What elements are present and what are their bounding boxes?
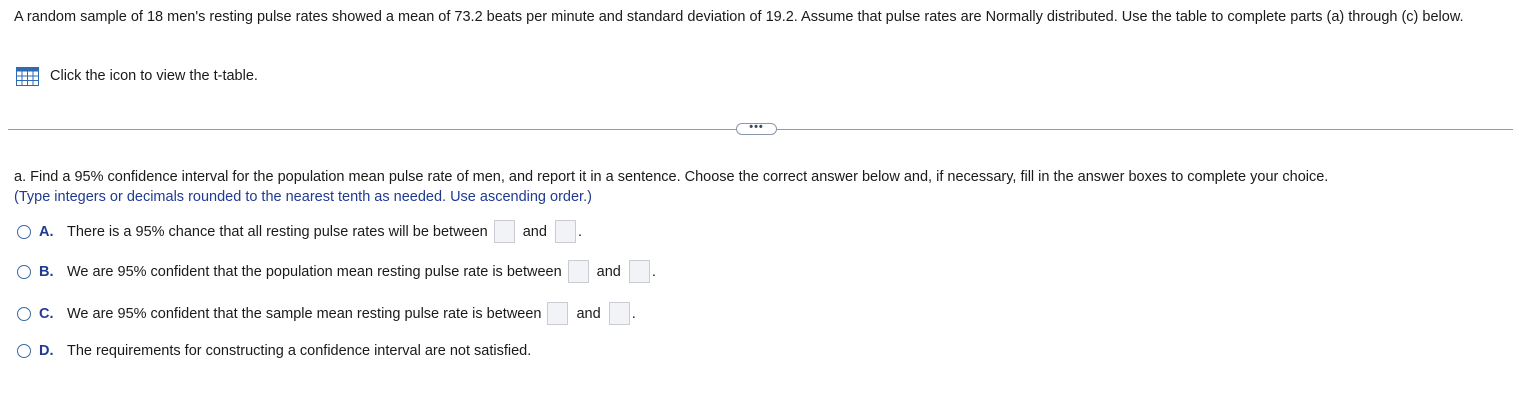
option-letter: A. <box>39 223 54 240</box>
more-dots-button[interactable]: ••• <box>736 121 777 135</box>
radio-button-d[interactable] <box>17 344 31 358</box>
option-letter: D. <box>39 343 54 359</box>
and-label: and <box>522 223 547 240</box>
and-label: and <box>596 263 621 280</box>
option-text: The requirements for constructing a conf… <box>67 343 532 359</box>
option-text: We are 95% confident that the population… <box>67 263 562 280</box>
ttable-link[interactable]: Click the icon to view the t-table. <box>16 67 258 86</box>
and-label: and <box>576 305 601 322</box>
answer-box-upper[interactable] <box>608 302 630 325</box>
answer-box-upper[interactable] <box>554 220 576 243</box>
answer-box-upper[interactable] <box>628 260 650 283</box>
sentence-end: . <box>651 263 656 280</box>
ttable-link-label[interactable]: Click the icon to view the t-table. <box>50 67 258 86</box>
question-text: a. Find a 95% confidence interval for th… <box>14 169 1329 185</box>
option-letter: B. <box>39 263 54 280</box>
answer-box-lower[interactable] <box>567 260 589 283</box>
answer-box-lower[interactable] <box>547 302 569 325</box>
answer-box-lower[interactable] <box>493 220 515 243</box>
option-text: There is a 95% chance that all resting p… <box>67 223 488 240</box>
option-letter: C. <box>39 305 54 322</box>
option-b[interactable]: B. We are 95% confident that the populat… <box>17 260 656 283</box>
option-d[interactable]: D. The requirements for constructing a c… <box>17 343 531 359</box>
option-c[interactable]: C. We are 95% confident that the sample … <box>17 302 636 325</box>
option-a[interactable]: A. There is a 95% chance that all restin… <box>17 220 582 243</box>
option-text: We are 95% confident that the sample mea… <box>67 305 542 322</box>
instruction-text: (Type integers or decimals rounded to th… <box>14 189 592 205</box>
sentence-end: . <box>631 305 636 322</box>
table-icon[interactable] <box>16 67 39 86</box>
radio-button-a[interactable] <box>17 224 31 239</box>
sentence-end: . <box>577 223 582 240</box>
radio-button-b[interactable] <box>17 264 31 279</box>
more-dots-icon: ••• <box>749 121 764 133</box>
radio-button-c[interactable] <box>17 306 31 321</box>
problem-statement: A random sample of 18 men's resting puls… <box>14 9 1464 25</box>
